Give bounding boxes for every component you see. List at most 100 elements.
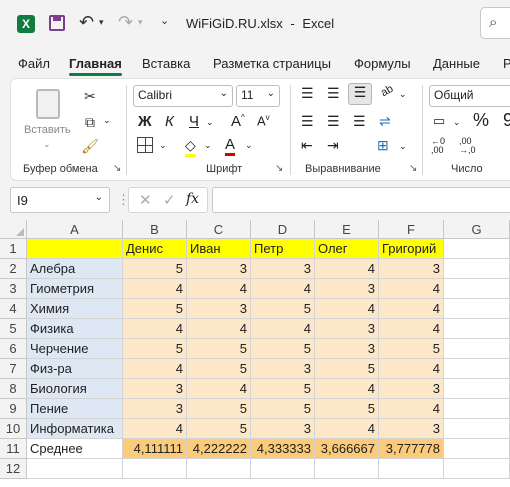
accounting-dropdown-icon[interactable]: ⌄ (453, 117, 461, 128)
value-cell[interactable]: 5 (187, 339, 251, 359)
fill-color-icon[interactable]: ◇ (185, 137, 196, 157)
value-cell[interactable]: 3 (379, 259, 444, 279)
font-name-select[interactable]: Calibri ⌄ (133, 85, 233, 107)
merge-center-icon[interactable]: ⊞ (377, 137, 389, 154)
row-header[interactable]: 6 (0, 339, 27, 359)
row-header[interactable]: 9 (0, 399, 27, 419)
accounting-format-icon[interactable]: ▭ (433, 113, 445, 129)
borders-icon[interactable] (137, 137, 153, 153)
redo-dropdown-icon[interactable]: ▾ (138, 17, 143, 28)
value-cell[interactable]: 4 (315, 379, 379, 399)
save-icon[interactable] (49, 15, 65, 31)
empty-cell[interactable] (444, 279, 510, 299)
student-name-cell[interactable]: Иван (187, 239, 251, 259)
row-header[interactable]: 8 (0, 379, 27, 399)
value-cell[interactable]: 4 (123, 319, 187, 339)
increase-font-icon[interactable]: A^ (231, 113, 245, 130)
wrap-text-icon[interactable]: ⇌ (379, 113, 391, 130)
row-header[interactable]: 2 (0, 259, 27, 279)
borders-dropdown-icon[interactable]: ⌄ (159, 140, 167, 151)
cell-a1[interactable] (27, 239, 123, 259)
tab-data[interactable]: Данные (433, 56, 480, 71)
select-all-corner[interactable] (0, 220, 27, 239)
fill-color-dropdown-icon[interactable]: ⌄ (204, 140, 212, 151)
formula-input[interactable] (212, 187, 510, 213)
empty-cell[interactable] (444, 379, 510, 399)
undo-dropdown-icon[interactable]: ▾ (99, 17, 104, 28)
tab-page-layout[interactable]: Разметка страницы (213, 56, 331, 71)
value-cell[interactable]: 4 (187, 279, 251, 299)
value-cell[interactable]: 5 (187, 359, 251, 379)
row-header[interactable]: 3 (0, 279, 27, 299)
value-cell[interactable]: 5 (123, 259, 187, 279)
average-cell[interactable]: 3,666667 (315, 439, 379, 459)
value-cell[interactable]: 5 (251, 379, 315, 399)
value-cell[interactable]: 4 (123, 359, 187, 379)
copy-dropdown-icon[interactable]: ⌄ (103, 115, 111, 126)
align-top-icon[interactable]: ☰ (301, 85, 314, 102)
subject-cell[interactable]: Гиометрия (27, 279, 123, 299)
value-cell[interactable]: 4 (187, 319, 251, 339)
insert-function-icon[interactable]: fx (186, 191, 199, 207)
column-header-f[interactable]: F (379, 220, 444, 239)
align-middle-icon[interactable]: ☰ (327, 85, 340, 102)
empty-cell[interactable] (444, 299, 510, 319)
subject-cell[interactable]: Среднее (27, 439, 123, 459)
align-left-icon[interactable]: ☰ (301, 113, 314, 130)
decrease-indent-icon[interactable]: ⇤ (301, 137, 313, 154)
undo-icon[interactable]: ↶ (79, 12, 94, 33)
average-cell[interactable]: 3,777778 (379, 439, 444, 459)
row-header[interactable]: 10 (0, 419, 27, 439)
font-color-icon[interactable]: A (225, 136, 236, 156)
row-header[interactable]: 11 (0, 439, 27, 459)
value-cell[interactable]: 5 (251, 299, 315, 319)
enter-icon[interactable]: ✓ (163, 191, 176, 209)
value-cell[interactable]: 5 (251, 339, 315, 359)
empty-cell[interactable] (444, 359, 510, 379)
empty-cell[interactable] (444, 439, 510, 459)
value-cell[interactable]: 4 (187, 379, 251, 399)
customize-toolbar-icon[interactable]: ⌄ (160, 14, 169, 27)
value-cell[interactable]: 4 (123, 279, 187, 299)
value-cell[interactable]: 5 (315, 399, 379, 419)
paste-dropdown-icon[interactable]: ⌄ (43, 139, 51, 150)
name-box[interactable]: I9 ⌄ (10, 187, 110, 213)
value-cell[interactable]: 4 (123, 419, 187, 439)
subject-cell[interactable]: Биология (27, 379, 123, 399)
font-size-select[interactable]: 11 ⌄ (236, 85, 280, 107)
value-cell[interactable]: 4 (379, 359, 444, 379)
tab-formulas[interactable]: Формулы (354, 56, 411, 71)
value-cell[interactable]: 3 (379, 419, 444, 439)
italic-button[interactable]: К (165, 113, 174, 130)
empty-cell[interactable] (315, 459, 379, 479)
empty-cell[interactable] (187, 459, 251, 479)
underline-dropdown-icon[interactable]: ⌄ (206, 117, 214, 128)
value-cell[interactable]: 5 (123, 339, 187, 359)
align-right-icon[interactable]: ☰ (353, 113, 366, 130)
spreadsheet-grid[interactable]: A B C D E F G 1 Денис Иван Петр Олег Григорий 2 Алебра… (0, 220, 510, 487)
empty-cell[interactable] (444, 319, 510, 339)
value-cell[interactable]: 4 (379, 279, 444, 299)
cut-icon[interactable]: ✂ (81, 87, 99, 105)
tab-file[interactable]: Файл (18, 56, 50, 71)
number-format-select[interactable]: Общий (429, 85, 510, 107)
value-cell[interactable]: 4 (379, 319, 444, 339)
student-name-cell[interactable]: Денис (123, 239, 187, 259)
tab-home[interactable]: Главная (69, 56, 122, 76)
subject-cell[interactable]: Черчение (27, 339, 123, 359)
format-painter-icon[interactable]: 🖌 (81, 137, 99, 155)
column-header-e[interactable]: E (315, 220, 379, 239)
column-header-a[interactable]: A (27, 220, 123, 239)
student-name-cell[interactable]: Григорий (379, 239, 444, 259)
search-box[interactable]: ⌕ (480, 7, 510, 39)
value-cell[interactable]: 4 (315, 419, 379, 439)
value-cell[interactable]: 3 (187, 259, 251, 279)
bold-button[interactable]: Ж (138, 113, 152, 130)
average-cell[interactable]: 4,222222 (187, 439, 251, 459)
empty-cell[interactable] (444, 259, 510, 279)
value-cell[interactable]: 5 (379, 339, 444, 359)
value-cell[interactable]: 3 (187, 299, 251, 319)
increase-decimal-icon[interactable]: ←0,00 (431, 137, 445, 155)
value-cell[interactable]: 5 (123, 299, 187, 319)
row-header[interactable]: 7 (0, 359, 27, 379)
